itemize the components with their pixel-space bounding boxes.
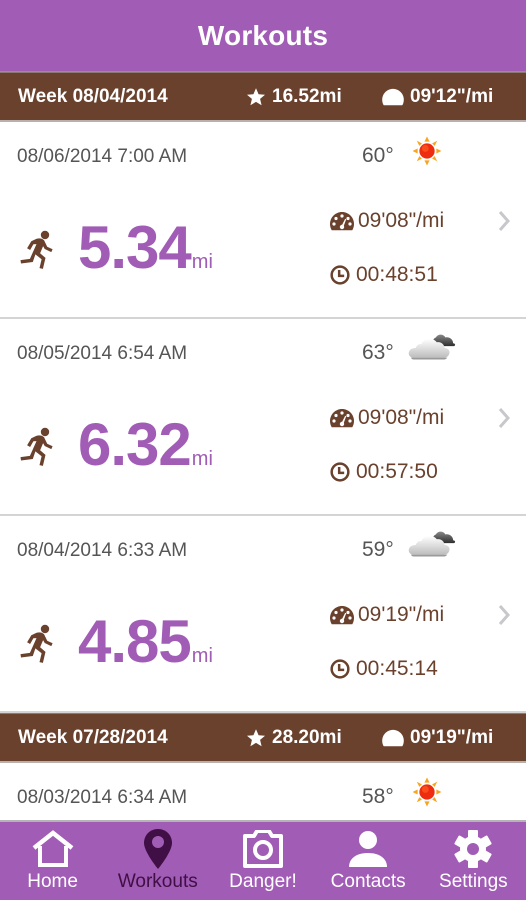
tab-settings[interactable]: Settings [421,822,526,893]
page-title: Workouts [197,19,329,51]
gear-icon [449,829,497,869]
workout-datetime: 08/05/2014 6:54 AM [17,343,188,364]
tab-label: Contacts [330,871,406,892]
workout-temperature: 63° [362,341,394,364]
chevron-right-icon[interactable] [497,604,511,626]
speedometer-icon [330,211,354,231]
workout-pace-value: 09'08"/mi [358,406,445,429]
speedometer-icon [330,408,354,428]
workout-pace: 09'08"/mi [330,209,444,233]
week-distance-value: 28.20mi [272,726,342,748]
workout-row[interactable]: 08/05/2014 6:54 AM 63° 6.32 mi 09'08"/mi… [0,319,526,516]
clock-icon [330,659,350,679]
star-icon [246,728,266,748]
tab-home[interactable]: Home [0,822,105,893]
workout-duration: 00:57:50 [330,460,438,484]
workout-distance: 5.34 mi [78,218,213,278]
tab-label: Settings [439,871,508,892]
workout-duration-value: 00:48:51 [356,263,438,286]
week-pace-value: 09'12"/mi [410,85,494,107]
workout-pace: 09'08"/mi [330,406,444,430]
tab-label: Workouts [117,871,198,892]
workout-pace: 09'19"/mi [330,603,444,627]
chevron-right-icon[interactable] [497,210,511,232]
workout-distance-unit: mi [191,645,213,667]
workout-duration-value: 00:45:14 [356,657,438,680]
workout-temperature: 59° [362,538,394,561]
runner-icon [18,427,56,467]
tab-danger[interactable]: Danger! [210,822,315,893]
clock-icon [330,462,350,482]
cloudy-icon [408,529,456,563]
sunny-icon [410,136,444,166]
workout-datetime: 08/06/2014 7:00 AM [17,146,188,167]
runner-icon [18,230,56,270]
workout-row[interactable]: 08/03/2014 6:34 AM 58° [0,763,526,820]
week-pace: 09'19"/mi [382,727,493,749]
week-distance: 16.52mi [246,86,342,108]
map-pin-icon [134,829,182,869]
workout-distance-value: 4.85 [78,608,192,675]
workout-temperature: 60° [362,144,394,167]
workout-duration-value: 00:57:50 [356,460,438,483]
speedometer-icon [330,605,354,625]
sunny-icon [410,777,444,807]
workout-distance-value: 6.32 [78,411,192,478]
workout-distance-value: 5.34 [78,214,192,281]
workout-temperature: 58° [362,785,394,808]
workout-duration: 00:45:14 [330,657,438,681]
workout-distance-unit: mi [191,448,213,470]
camera-icon [239,829,287,869]
week-pace-value: 09'19"/mi [410,726,494,748]
week-pace: 09'12"/mi [382,86,493,108]
workout-distance: 4.85 mi [78,612,213,672]
week-label: Week 07/28/2014 [18,726,168,748]
tab-bar: Home Workouts Danger! Contacts Settings [0,820,526,900]
workout-distance: 6.32 mi [78,415,213,475]
nav-bar: Workouts [0,0,526,72]
week-label: Week 08/04/2014 [18,85,168,107]
workouts-list[interactable]: Week 08/04/2014 16.52mi 09'12"/mi 08/06/… [0,72,526,820]
speedometer-icon [382,88,404,106]
week-summary-header: Week 08/04/2014 16.52mi 09'12"/mi [0,72,526,122]
workout-row[interactable]: 08/04/2014 6:33 AM 59° 4.85 mi 09'19"/mi… [0,516,526,713]
star-icon [246,87,266,107]
workout-datetime: 08/04/2014 6:33 AM [17,540,188,561]
person-icon [344,829,392,869]
workout-row[interactable]: 08/06/2014 7:00 AM 60° 5.34 mi 09'08"/mi… [0,122,526,319]
tab-workouts[interactable]: Workouts [105,822,210,893]
home-icon [29,829,77,869]
tab-label: Home [27,871,78,892]
speedometer-icon [382,729,404,747]
clock-icon [330,265,350,285]
workout-datetime: 08/03/2014 6:34 AM [17,787,188,808]
workout-distance-unit: mi [191,251,213,273]
workout-duration: 00:48:51 [330,263,438,287]
tab-contacts[interactable]: Contacts [316,822,421,893]
week-summary-header: Week 07/28/2014 28.20mi 09'19"/mi [0,713,526,763]
chevron-right-icon[interactable] [497,407,511,429]
tab-label: Danger! [229,871,297,892]
cloudy-icon [408,332,456,366]
week-distance-value: 16.52mi [272,85,342,107]
runner-icon [18,624,56,664]
week-distance: 28.20mi [246,727,342,749]
workout-pace-value: 09'19"/mi [358,603,445,626]
workout-pace-value: 09'08"/mi [358,209,445,232]
